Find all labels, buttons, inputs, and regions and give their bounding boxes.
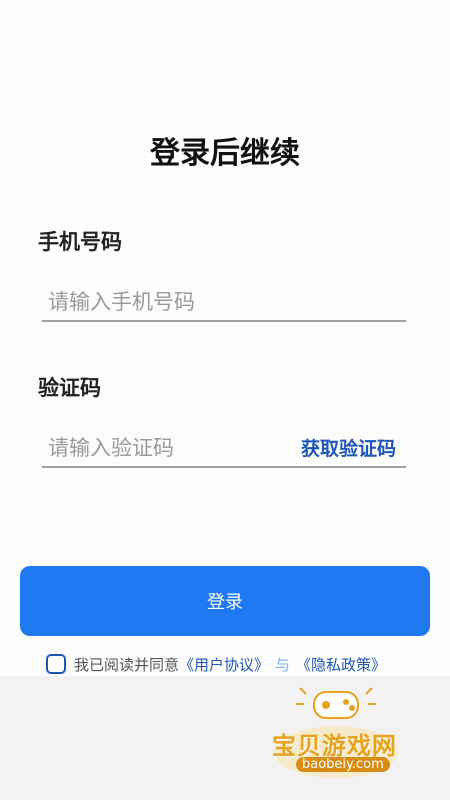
code-input[interactable]: [42, 436, 288, 460]
agreement-row: 我已阅读并同意 《用户协议》 与 《隐私政策》: [46, 652, 386, 676]
agreement-checkbox[interactable]: [46, 654, 66, 674]
code-label: 验证码: [38, 376, 101, 400]
agreement-prefix: 我已阅读并同意: [74, 655, 180, 674]
user-agreement-link[interactable]: 《用户协议》: [179, 654, 269, 675]
phone-field: [42, 284, 406, 322]
phone-input[interactable]: [42, 290, 406, 314]
agreement-connector: 与: [275, 655, 291, 674]
privacy-policy-link[interactable]: 《隐私政策》: [296, 654, 386, 675]
page-title: 登录后继续: [150, 136, 300, 171]
login-page: 登录后继续 手机号码 验证码 获取验证码 登录 我已阅读并同意 《用户协议》 与…: [0, 0, 450, 800]
watermark-text: 宝贝游戏网: [272, 732, 397, 760]
get-code-button[interactable]: 获取验证码: [301, 434, 396, 461]
code-field: 获取验证码: [42, 430, 406, 468]
phone-label: 手机号码: [38, 230, 122, 254]
login-button[interactable]: 登录: [20, 566, 430, 636]
watermark-url: baobeiy.com: [296, 757, 390, 772]
watermark-logo: 宝贝游戏网 baobeiy.com: [266, 680, 416, 780]
